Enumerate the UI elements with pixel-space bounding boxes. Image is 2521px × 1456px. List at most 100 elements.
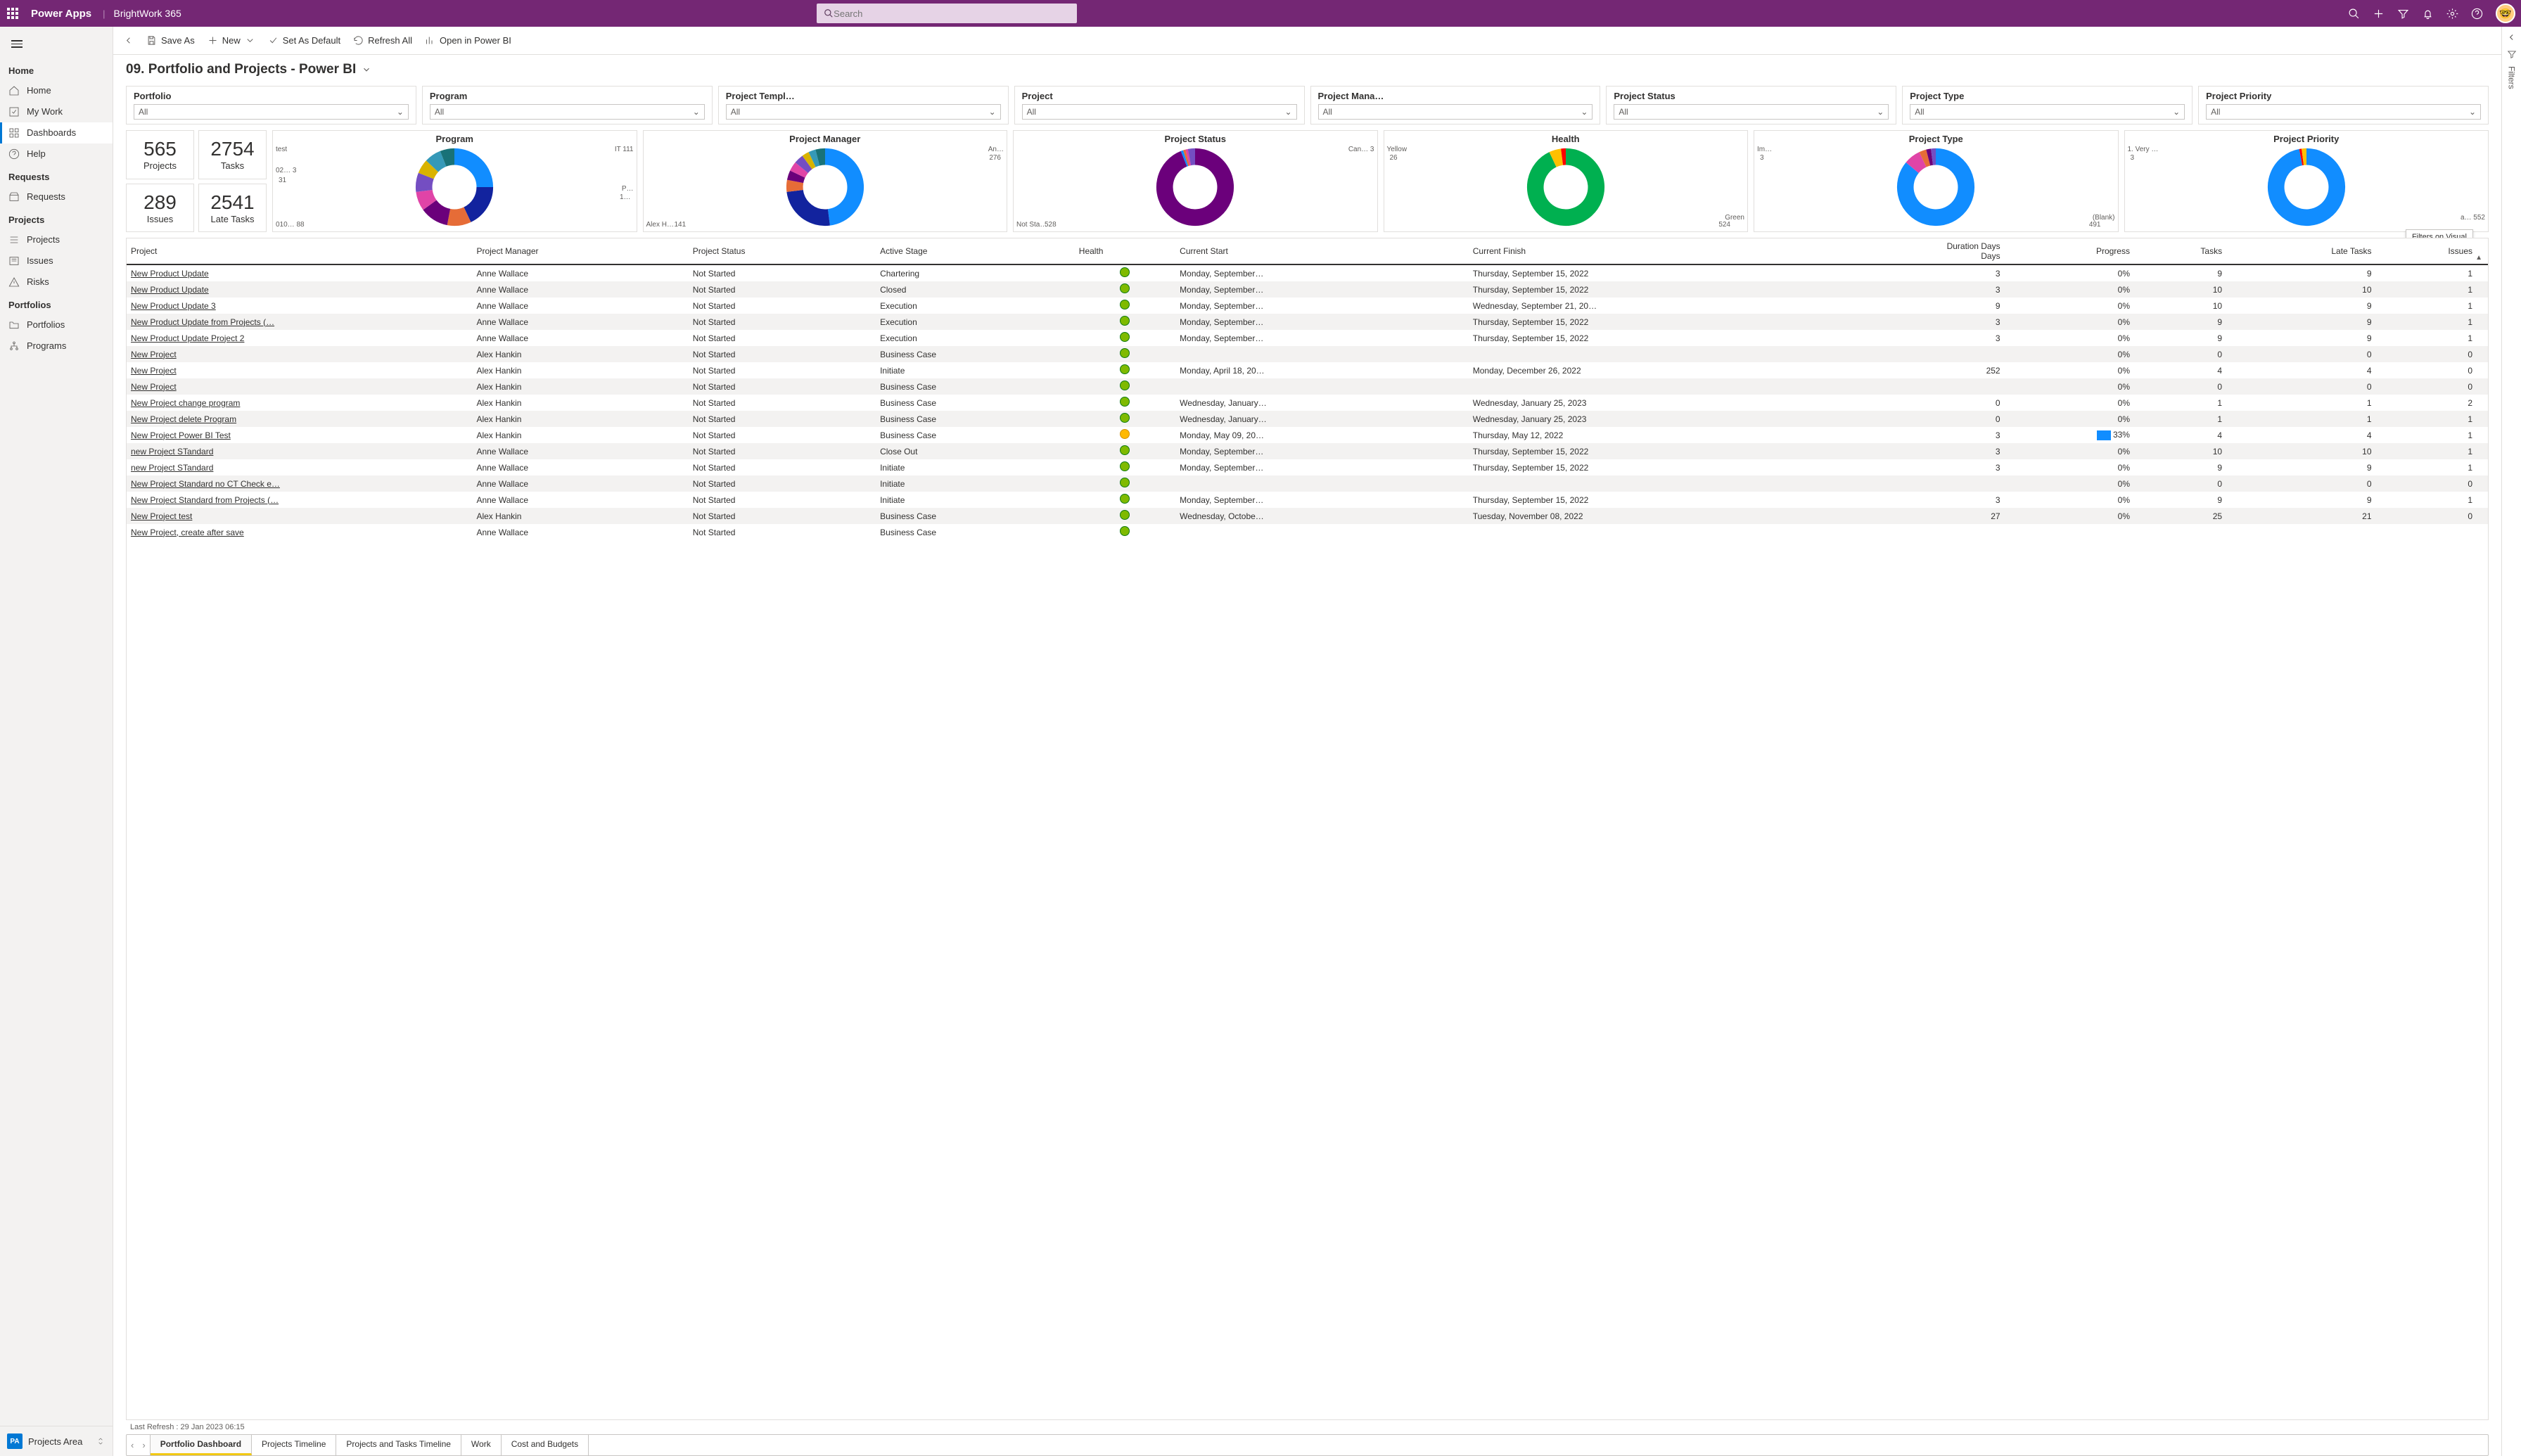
refresh-button[interactable]: Refresh All	[353, 35, 412, 46]
new-button[interactable]: New	[208, 35, 255, 46]
save-as-button[interactable]: Save As	[146, 35, 195, 46]
sidebar-item-home[interactable]: Home	[0, 80, 113, 101]
chart-project-priority[interactable]: Project Priority1. Very …3a… 552	[2124, 130, 2489, 232]
sidebar-item-projects[interactable]: Projects	[0, 229, 113, 250]
tab-portfolio-dashboard[interactable]: Portfolio Dashboard	[151, 1435, 252, 1455]
column-header[interactable]: Tasks	[2134, 238, 2226, 264]
chevron-down-icon[interactable]	[362, 65, 371, 75]
slicer-dropdown[interactable]: All⌄	[430, 104, 705, 120]
chart-project-status[interactable]: Project StatusCan… 3Not Sta…528	[1013, 130, 1378, 232]
sidebar-item-risks[interactable]: Risks	[0, 272, 113, 293]
project-link[interactable]: New Project delete Program	[131, 414, 236, 424]
project-link[interactable]: New Project Standard no CT Check e…	[131, 479, 280, 489]
chart-program[interactable]: ProgramtestIT 11102… 331P…1…010… 88	[272, 130, 637, 232]
help-icon[interactable]	[2471, 8, 2483, 20]
project-link[interactable]: New Project Power BI Test	[131, 430, 231, 440]
slicer-dropdown[interactable]: All⌄	[1910, 104, 2185, 120]
project-link[interactable]: New Project Standard from Projects (…	[131, 495, 279, 505]
gear-icon[interactable]	[2446, 8, 2458, 20]
slicer-dropdown[interactable]: All⌄	[1614, 104, 1889, 120]
table-row[interactable]: New ProjectAlex HankinNot StartedInitiat…	[127, 362, 2488, 378]
project-link[interactable]: New Project test	[131, 511, 192, 521]
column-header[interactable]: Current Start	[1175, 238, 1469, 264]
slicer-dropdown[interactable]: All⌄	[134, 104, 409, 120]
sidebar-item-my-work[interactable]: My Work	[0, 101, 113, 122]
table-row[interactable]: new Project STandardAnne WallaceNot Star…	[127, 443, 2488, 459]
table-row[interactable]: New Project, create after saveAnne Walla…	[127, 524, 2488, 540]
table-row[interactable]: New Product Update from Projects (…Anne …	[127, 314, 2488, 330]
filters-pane-collapsed[interactable]: Filters	[2501, 27, 2521, 1456]
project-table[interactable]: ▭ ▭ ▭ ProjectProject ManagerProject Stat…	[126, 238, 2489, 1420]
expand-icon[interactable]	[2507, 32, 2517, 42]
project-link[interactable]: New Project	[131, 366, 177, 376]
bell-icon[interactable]	[2422, 8, 2434, 20]
table-row[interactable]: New Project Standard no CT Check e…Anne …	[127, 475, 2488, 492]
column-header[interactable]: Health	[1075, 238, 1175, 264]
back-icon[interactable]	[123, 35, 134, 46]
project-link[interactable]: New Project	[131, 382, 177, 392]
open-powerbi-button[interactable]: Open in Power BI	[425, 35, 511, 46]
tab-cost-and-budgets[interactable]: Cost and Budgets	[502, 1435, 589, 1455]
sort-caret-icon[interactable]: ▲	[2475, 254, 2482, 262]
project-link[interactable]: new Project STandard	[131, 447, 213, 456]
search-icon[interactable]	[2348, 8, 2360, 20]
tab-work[interactable]: Work	[461, 1435, 502, 1455]
column-header[interactable]: Project Manager	[472, 238, 688, 264]
user-avatar[interactable]: 🤓	[2496, 4, 2515, 23]
table-row[interactable]: New ProjectAlex HankinNot StartedBusines…	[127, 346, 2488, 362]
sidebar-item-help[interactable]: Help	[0, 143, 113, 165]
chart-health[interactable]: HealthYellow26Green524	[1384, 130, 1749, 232]
table-row[interactable]: New Product Update Project 2Anne Wallace…	[127, 330, 2488, 346]
column-header[interactable]: Issues	[2376, 238, 2477, 264]
waffle-icon[interactable]	[6, 6, 20, 20]
slicer-dropdown[interactable]: All⌄	[1022, 104, 1297, 120]
sidebar-item-portfolios[interactable]: Portfolios	[0, 314, 113, 336]
chart-project-manager[interactable]: Project ManagerAn…276Alex H…141	[643, 130, 1008, 232]
table-row[interactable]: New ProjectAlex HankinNot StartedBusines…	[127, 378, 2488, 395]
project-link[interactable]: New Project	[131, 350, 177, 359]
tab-projects-and-tasks-timeline[interactable]: Projects and Tasks Timeline	[336, 1435, 461, 1455]
sidebar-item-dashboards[interactable]: Dashboards	[0, 122, 113, 143]
project-link[interactable]: New Project, create after save	[131, 528, 244, 537]
project-link[interactable]: New Product Update	[131, 269, 209, 279]
sidebar-item-requests[interactable]: Requests	[0, 186, 113, 207]
chart-project-type[interactable]: Project TypeIm…3(Blank)491	[1754, 130, 2119, 232]
hamburger-icon[interactable]	[0, 30, 113, 58]
page-nav[interactable]: ‹›	[127, 1435, 151, 1455]
workspace-name[interactable]: BrightWork 365	[114, 8, 181, 19]
project-link[interactable]: New Product Update 3	[131, 301, 216, 311]
project-link[interactable]: New Product Update from Projects (…	[131, 317, 274, 327]
project-link[interactable]: new Project STandard	[131, 463, 213, 473]
column-header[interactable]: Active Stage	[876, 238, 1075, 264]
column-header[interactable]: Project	[127, 238, 472, 264]
table-row[interactable]: New Product Update 3Anne WallaceNot Star…	[127, 298, 2488, 314]
area-switcher[interactable]: PA Projects Area	[0, 1426, 113, 1456]
column-header[interactable]: Project Status	[689, 238, 876, 264]
project-link[interactable]: New Product Update	[131, 285, 209, 295]
next-page-icon[interactable]: ›	[138, 1437, 149, 1453]
slicer-dropdown[interactable]: All⌄	[2206, 104, 2481, 120]
search-input[interactable]	[834, 8, 1070, 19]
slicer-dropdown[interactable]: All⌄	[1318, 104, 1593, 120]
column-header[interactable]: Progress	[2005, 238, 2134, 264]
column-header[interactable]: Late Tasks	[2226, 238, 2375, 264]
sidebar-item-issues[interactable]: Issues	[0, 250, 113, 272]
prev-page-icon[interactable]: ‹	[127, 1437, 138, 1453]
project-link[interactable]: New Project change program	[131, 398, 240, 408]
column-header[interactable]: Duration DaysDays	[1814, 238, 2004, 264]
table-row[interactable]: New Product UpdateAnne WallaceNot Starte…	[127, 264, 2488, 281]
sidebar-item-programs[interactable]: Programs	[0, 336, 113, 357]
set-default-button[interactable]: Set As Default	[268, 35, 340, 46]
table-row[interactable]: New Project Standard from Projects (…Ann…	[127, 492, 2488, 508]
table-row[interactable]: New Project Power BI TestAlex HankinNot …	[127, 427, 2488, 443]
global-search[interactable]	[817, 4, 1077, 23]
table-row[interactable]: New Product UpdateAnne WallaceNot Starte…	[127, 281, 2488, 298]
project-link[interactable]: New Product Update Project 2	[131, 333, 244, 343]
filter-icon[interactable]	[2397, 8, 2409, 20]
add-icon[interactable]	[2373, 8, 2385, 20]
table-row[interactable]: New Project delete ProgramAlex HankinNot…	[127, 411, 2488, 427]
column-header[interactable]: Current Finish	[1469, 238, 1814, 264]
table-row[interactable]: New Project change programAlex HankinNot…	[127, 395, 2488, 411]
table-row[interactable]: new Project STandardAnne WallaceNot Star…	[127, 459, 2488, 475]
slicer-dropdown[interactable]: All⌄	[726, 104, 1001, 120]
